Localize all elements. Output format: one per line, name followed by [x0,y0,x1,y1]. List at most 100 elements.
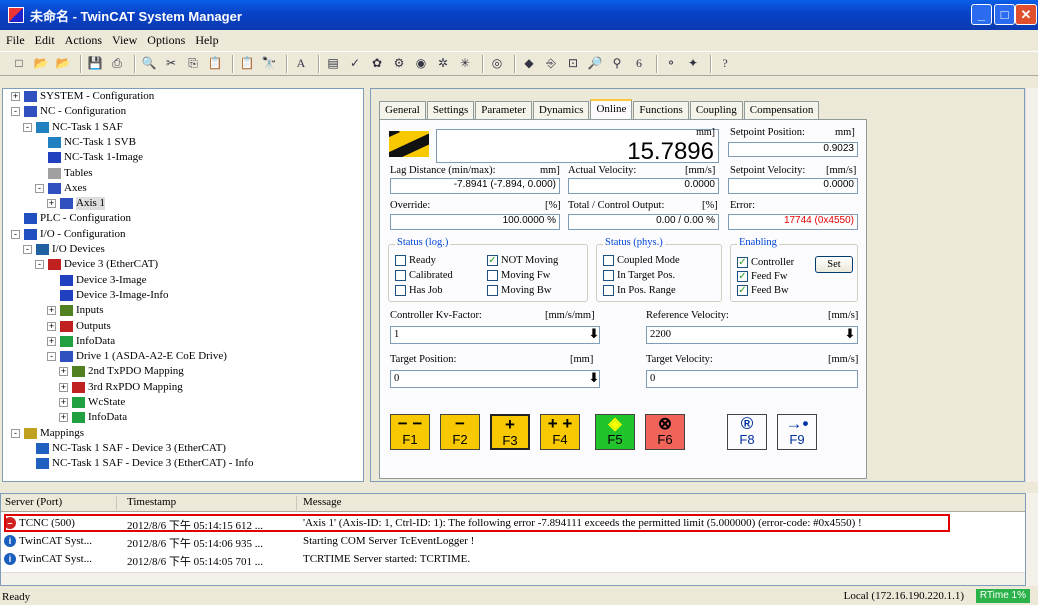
tree-expander[interactable]: - [11,229,20,239]
checkbox-in-target-pos-[interactable]: In Target Pos. [603,270,675,281]
ref-velocity-input[interactable]: 2200 [646,326,858,344]
menu-view[interactable]: View [112,33,137,48]
tree-node[interactable]: - Device 3 (EtherCAT) [35,258,158,271]
preview-icon[interactable]: 🔍 [140,56,158,72]
tab-online[interactable]: Online [590,99,633,119]
checkbox-calibrated[interactable]: Calibrated [395,270,453,281]
link-icon[interactable]: ⎆ [542,56,560,72]
fx-icon[interactable]: 6 [630,56,648,72]
checkbox-controller[interactable]: ✓ Controller [737,257,794,268]
tree-expander[interactable]: + [47,199,56,209]
checkbox-box[interactable]: ✓ [737,271,748,282]
tree-expander[interactable]: + [59,413,68,423]
close-button[interactable]: ✕ [1015,4,1037,25]
tree-node[interactable]: + SYSTEM - Configuration [11,90,154,103]
checkbox-moving-fw[interactable]: Moving Fw [487,270,550,281]
check-icon[interactable]: ✿ [368,56,386,72]
paste-icon[interactable]: 📋 [206,56,224,72]
checkbox-box[interactable] [395,285,406,296]
map-icon[interactable]: ⚲ [608,56,626,72]
tree-node[interactable]: Device 3-Image [47,274,147,287]
tree-node[interactable]: +3rd RxPDO Mapping [59,381,183,394]
tree-node[interactable]: + WcState [59,396,125,409]
checkbox-coupled-mode[interactable]: Coupled Mode [603,255,680,266]
tree-node[interactable]: + Axis 1 [47,197,106,211]
menu-actions[interactable]: Actions [65,33,102,48]
tab-coupling[interactable]: Coupling [689,101,743,119]
checkbox-in-pos-range[interactable]: In Pos. Range [603,285,676,296]
scan-icon[interactable]: ◉ [412,56,430,72]
tree-expander[interactable]: - [11,107,20,117]
checkbox-not-moving[interactable]: ✓ NOT Moving [487,255,558,266]
online-icon[interactable]: ⚬ [662,56,680,72]
tree-node[interactable]: Tables [35,167,93,180]
checkbox-ready[interactable]: Ready [395,255,436,266]
activate-config-icon[interactable]: ✓ [346,56,364,72]
tree-expander[interactable]: + [47,336,56,346]
help-icon[interactable]: ? [716,56,734,72]
tab-functions[interactable]: Functions [633,101,689,119]
tree-node[interactable]: - Axes [35,182,87,195]
fkey-f3[interactable]: + F3 [490,414,530,450]
tree-node[interactable]: + InfoData [47,335,115,348]
tree-expander[interactable]: + [47,306,56,316]
tree-node[interactable]: - Mappings [11,427,84,440]
fkey-f4[interactable]: + + F4 [540,414,580,450]
copy-icon[interactable]: ⎘ [184,56,202,72]
tree-expander[interactable]: - [23,245,32,254]
find-icon[interactable]: 🔭 [260,56,278,72]
log-col-message[interactable]: Message [303,496,1003,510]
tab-compensation[interactable]: Compensation [743,101,820,119]
tab-general[interactable]: General [379,101,426,119]
dock-icon[interactable]: ⊡ [564,56,582,72]
tree-node[interactable]: + Inputs [47,304,104,317]
checkbox-box[interactable]: ✓ [737,285,748,296]
set-button[interactable]: Set [815,256,853,273]
fkey-f5[interactable]: ◈ F5 [595,414,635,450]
menu-edit[interactable]: Edit [35,33,55,48]
checkbox-box[interactable]: ✓ [737,257,748,268]
tree-node[interactable]: + InfoData [59,411,127,424]
toggle-icon[interactable]: ◆ [520,56,538,72]
tree-node[interactable]: - I/O Devices [23,243,105,256]
tree-node[interactable]: NC-Task 1 SAF - Device 3 (EtherCAT) - In… [23,457,253,470]
log-row[interactable]: i TwinCAT Syst... 2012/8/6 下午 05:14:05 701… [1,551,1025,569]
log-vertical-scrollbar[interactable] [1026,493,1038,586]
tab-settings[interactable]: Settings [426,101,475,119]
tree-node[interactable]: Device 3-Image-Info [47,289,169,302]
menu-file[interactable]: File [6,33,25,48]
reload-icon[interactable]: ◎ [488,56,506,72]
tree-node[interactable]: NC-Task 1 SAF - Device 3 (EtherCAT) [23,442,226,455]
tree-node[interactable]: +2nd TxPDO Mapping [59,365,184,378]
open-target-icon[interactable]: 📂 [54,56,72,72]
checkbox-box[interactable] [395,270,406,281]
target-position-download-icon[interactable]: ⬇ [586,371,602,387]
title-bar[interactable]: 未命名 - TwinCAT System Manager _ □ ✕ [0,0,1038,30]
fkey-f2[interactable]: − F2 [440,414,480,450]
checkbox-box[interactable] [603,255,614,266]
config-mode-icon[interactable]: ✳ [456,56,474,72]
checkbox-box[interactable]: ✓ [487,255,498,266]
checkbox-box[interactable] [487,285,498,296]
menu-help[interactable]: Help [195,33,218,48]
checkbox-has-job[interactable]: Has Job [395,285,443,296]
tree-expander[interactable]: + [59,382,68,392]
pdo-icon[interactable]: ✦ [684,56,702,72]
ref-velocity-download-icon[interactable]: ⬇ [842,327,858,343]
devices-icon[interactable]: ▤ [324,56,342,72]
fkey-f6[interactable]: ⊗ F6 [645,414,685,450]
tree-expander[interactable]: - [35,260,44,270]
target-position-input[interactable]: 0 [390,370,600,388]
tree-expander[interactable]: - [47,352,56,362]
checkbox-box[interactable] [487,270,498,281]
replace-icon[interactable]: A [292,56,310,72]
tree-node[interactable]: - Drive 1 (ASDA-A2-E CoE Drive) [47,350,227,363]
fkey-f8[interactable]: ® F8 [727,414,767,450]
paste-link-icon[interactable]: 📋 [238,56,256,72]
right-pane-scrollbar[interactable] [1025,88,1038,482]
log-col-timestamp[interactable]: Timestamp [127,496,297,510]
checkbox-box[interactable] [395,255,406,266]
tree-expander[interactable]: - [11,428,20,438]
tree-expander[interactable]: - [35,183,44,193]
new-icon[interactable]: □ [10,56,28,72]
